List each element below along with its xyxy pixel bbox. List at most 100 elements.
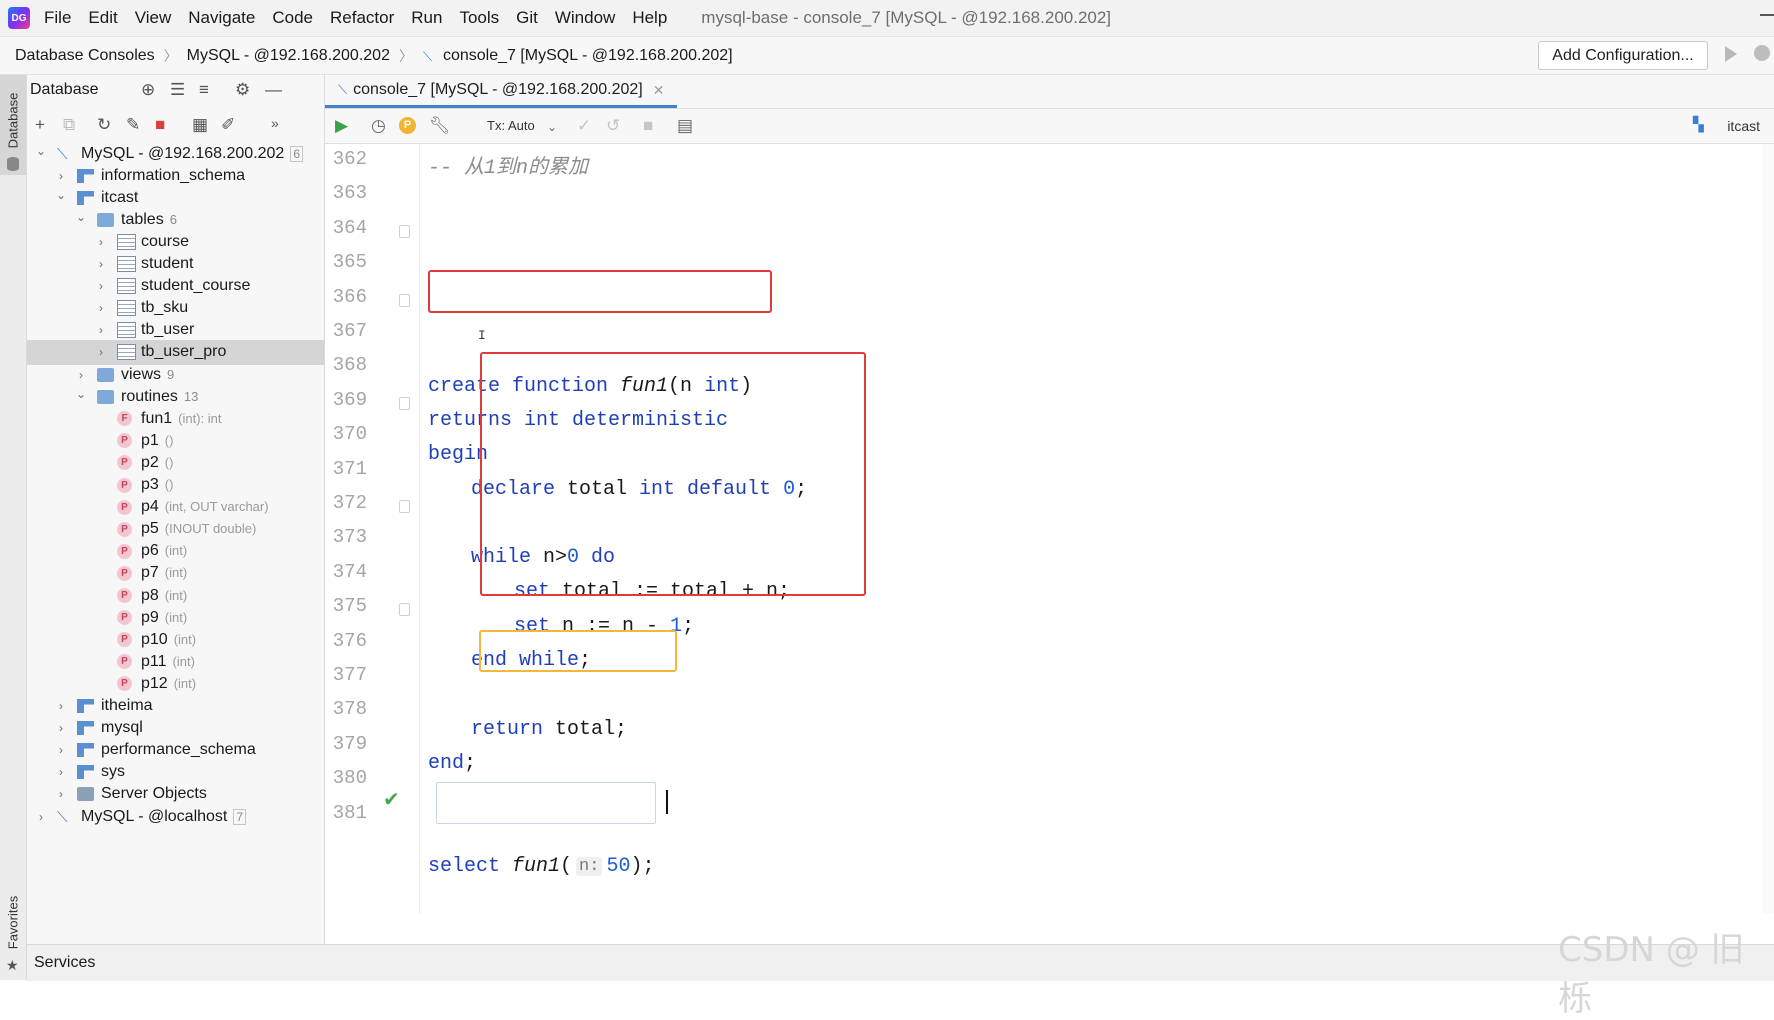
close-icon[interactable]: ✕ [653, 82, 665, 99]
star-icon[interactable]: ★ [6, 957, 19, 974]
table-view-icon[interactable]: ▦ [192, 115, 208, 135]
debug-icon[interactable] [1754, 45, 1770, 61]
tree-item-text: fun1 (int): int [141, 410, 221, 428]
line-number: 377 [332, 664, 367, 686]
rollback-icon[interactable]: ↺ [606, 116, 620, 136]
fold-marker-icon[interactable] [399, 500, 410, 513]
chevron-right-icon[interactable]: › [55, 721, 67, 735]
menu-tools[interactable]: Tools [459, 8, 499, 28]
tree-item-label: student_course [141, 277, 251, 295]
tree-item-label: p2 [141, 453, 159, 471]
breadcrumb-console[interactable]: console_7 [MySQL - @192.168.200.202] [443, 47, 733, 65]
services-bar[interactable]: Services [27, 944, 1774, 981]
favorites-tool-label[interactable]: Favorites [6, 880, 21, 966]
history-icon[interactable]: ◷ [371, 116, 386, 136]
chevron-right-icon[interactable]: › [55, 699, 67, 713]
server-objects-icon [77, 787, 94, 802]
chevron-right-icon[interactable]: › [95, 323, 107, 337]
fold-marker-icon[interactable] [399, 396, 410, 410]
tree-item-text: p10 (int) [141, 631, 196, 649]
expand-all-icon[interactable]: ☰ [170, 80, 185, 100]
execute-icon[interactable]: ▶ [335, 116, 348, 136]
commit-icon[interactable]: ✓ [577, 116, 591, 136]
tree-item-label: mysql [101, 719, 143, 737]
tree-item-text: p4 (int, OUT varchar) [141, 498, 269, 516]
line-number: 371 [332, 457, 367, 480]
menu-navigate[interactable]: Navigate [188, 8, 255, 28]
properties-icon[interactable]: ✎ [126, 115, 140, 135]
tree-item-label: p7 [141, 564, 159, 582]
chevron-right-icon[interactable]: › [55, 169, 67, 183]
chevron-down-icon[interactable]: ⌄ [75, 387, 87, 401]
check-icon: ✔ [383, 789, 400, 811]
output-icon[interactable]: ▤ [677, 116, 693, 136]
database-panel: Database ⊕ ☰ ≡ ⚙ — + ⧉ ↻ ✎ ■ ▦ ✐ » ⌄ ⟍ MyS… [27, 75, 325, 950]
menu-window[interactable]: Window [555, 8, 615, 28]
add-configuration-button[interactable]: Add Configuration... [1538, 41, 1708, 70]
line-number: 379 [332, 732, 367, 755]
chevron-right-icon[interactable]: › [95, 235, 107, 249]
fold-marker-icon[interactable] [399, 603, 410, 617]
fold-marker-icon[interactable] [399, 293, 410, 307]
breadcrumb-datasource[interactable]: MySQL - @192.168.200.202 [187, 47, 390, 65]
refresh-icon[interactable]: ↻ [97, 115, 111, 135]
chevron-right-icon[interactable]: › [95, 257, 107, 271]
menu-run[interactable]: Run [411, 8, 442, 28]
navigation-bar: Database Consoles 〉 MySQL - @192.168.200… [0, 37, 1774, 75]
console-icon: ⟍ [422, 48, 433, 64]
tree-item-text: student [141, 255, 193, 273]
chevron-right-icon[interactable]: › [35, 810, 47, 824]
chevron-down-icon[interactable]: ⌄ [75, 210, 87, 224]
menu-edit[interactable]: Edit [88, 8, 117, 28]
tree-item-label: p8 [141, 586, 159, 604]
schema-icon: ▚ [1693, 116, 1704, 132]
tree-item-label: information_schema [101, 166, 246, 184]
stop-icon[interactable]: ■ [155, 115, 165, 135]
add-icon[interactable]: + [35, 115, 45, 135]
cancel-icon[interactable]: ■ [643, 116, 653, 136]
fold-marker-icon[interactable] [399, 224, 410, 238]
minimize-icon[interactable] [1760, 14, 1774, 16]
menu-code[interactable]: Code [272, 8, 313, 28]
tree-item-count: 7 [233, 808, 247, 825]
menu-git[interactable]: Git [516, 8, 538, 28]
tree-item-text: information_schema [101, 167, 245, 185]
locate-icon[interactable]: ⊕ [141, 80, 155, 100]
chevron-right-icon[interactable]: › [95, 301, 107, 315]
edit-icon[interactable]: ✐ [221, 115, 235, 135]
tree-item-mysql-localhost[interactable]: › ⟍ MySQL - @localhost 7 [27, 804, 324, 829]
routine-signature: () [164, 432, 174, 448]
code-token: total; [555, 717, 628, 741]
schema-select[interactable]: itcast [1727, 118, 1760, 134]
more-icon[interactable]: » [271, 115, 279, 131]
tab-console[interactable]: ⟍ console_7 [MySQL - @192.168.200.202] ✕ [325, 75, 677, 108]
chevron-right-icon[interactable]: › [55, 743, 67, 757]
chevron-right-icon[interactable]: › [55, 787, 67, 801]
database-tool-tab[interactable]: Database [0, 75, 26, 175]
gear-icon[interactable]: ⚙ [235, 80, 250, 100]
chevron-right-icon[interactable]: › [95, 345, 107, 359]
chevron-down-icon[interactable]: ⌄ [547, 120, 557, 134]
wrench-icon[interactable]: 🔧︎ [429, 116, 451, 136]
procedure-icon: P [117, 433, 132, 449]
explain-plan-icon[interactable]: P [399, 117, 416, 134]
chevron-down-icon[interactable]: ⌄ [35, 144, 47, 158]
menu-refactor[interactable]: Refactor [330, 8, 394, 28]
menu-file[interactable]: File [44, 8, 71, 28]
chevron-right-icon[interactable]: › [95, 279, 107, 293]
chevron-down-icon[interactable]: ⌄ [55, 188, 67, 202]
tree-item-label: performance_schema [101, 741, 256, 759]
code-token: fun1 [512, 854, 561, 878]
code-token: ); [630, 854, 655, 878]
duplicate-icon[interactable]: ⧉ [63, 115, 75, 135]
chevron-right-icon[interactable]: › [55, 765, 67, 779]
menu-view[interactable]: View [135, 8, 172, 28]
collapse-all-icon[interactable]: ≡ [199, 80, 209, 100]
transaction-mode-select[interactable]: Tx: Auto [487, 118, 535, 133]
run-icon[interactable] [1725, 46, 1737, 62]
chevron-right-icon[interactable]: › [75, 368, 87, 382]
editor-scrollbar[interactable] [1762, 144, 1774, 914]
breadcrumb-database-consoles[interactable]: Database Consoles [15, 47, 155, 65]
hide-panel-icon[interactable]: — [265, 80, 282, 100]
menu-help[interactable]: Help [632, 8, 667, 28]
